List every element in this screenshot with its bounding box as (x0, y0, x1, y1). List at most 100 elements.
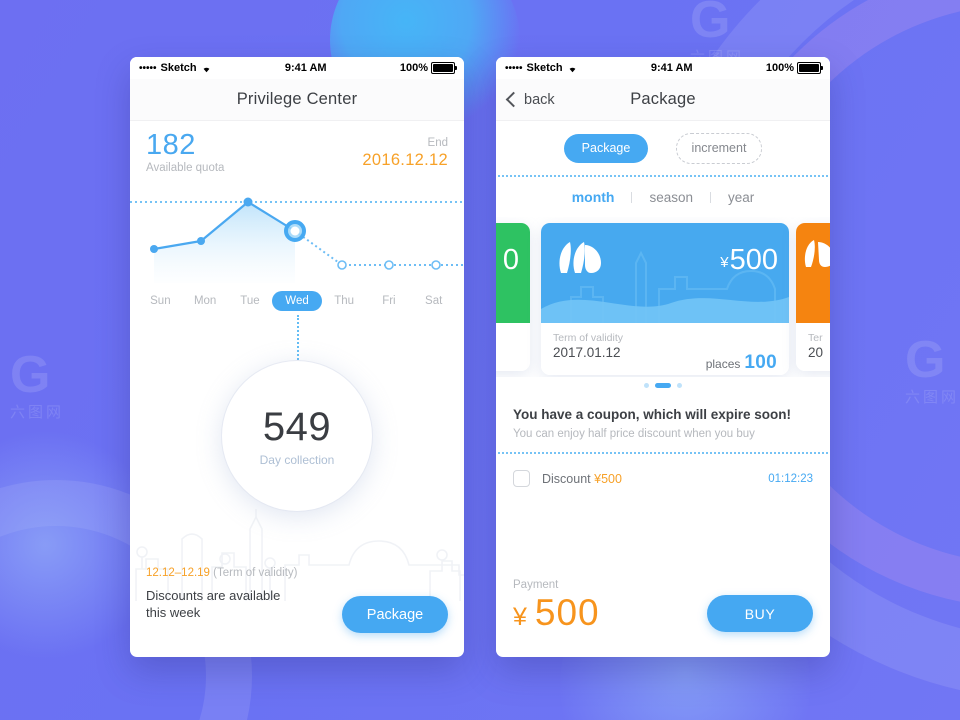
discount-amount: ¥500 (594, 471, 622, 486)
coupon-subtitle: You can enjoy half price discount when y… (513, 428, 755, 440)
weekday-sun[interactable]: Sun (138, 295, 183, 307)
back-button[interactable]: back (505, 79, 555, 120)
card-places: places 100 (706, 352, 777, 374)
page-title: Package (630, 90, 696, 108)
status-bar-right: 100% (399, 62, 457, 74)
end-date-value: 2016.12.12 (362, 151, 448, 169)
validity-row: 12.12–12.19 (Term of validity) (146, 567, 448, 579)
wifi-icon (201, 64, 212, 73)
tab-year[interactable]: year (711, 190, 771, 205)
card-banner: ¥500 (541, 223, 789, 323)
weekday-label: Wed (272, 291, 322, 311)
card-banner (796, 223, 830, 323)
brand-logo-icon (802, 237, 830, 276)
back-label: back (524, 91, 555, 108)
navigation-bar: back Package (496, 79, 830, 121)
card-footer: Ter 20 (796, 323, 830, 371)
phone-screen-privilege-center: ••••• Sketch 9:41 AM 100% Privilege Cent… (130, 57, 464, 657)
currency-symbol: ¥ (513, 603, 528, 631)
weekly-line-chart (130, 187, 464, 293)
status-bar: ••••• Sketch 9:41 AM 100% (130, 57, 464, 79)
status-bar-left: ••••• Sketch (139, 62, 212, 74)
card-footer: 0 (496, 323, 530, 371)
status-bar-right: 100% (765, 62, 823, 74)
wifi-icon (567, 64, 578, 73)
package-card-blue[interactable]: ¥500 Term of validity 2017.01.12 places 1… (541, 223, 789, 375)
battery-icon (797, 62, 823, 74)
package-card-orange[interactable]: Ter 20 (796, 223, 830, 371)
card-validity-label: Term of validity (553, 332, 624, 344)
coupon-notice: You have a coupon, which will expire soo… (496, 393, 830, 452)
segment-control[interactable]: Package increment (496, 121, 830, 175)
left-phone-footer: 12.12–12.19 (Term of validity) Discounts… (130, 561, 464, 657)
buy-button[interactable]: BUY (707, 595, 813, 632)
validity-note: (Term of validity) (213, 567, 298, 579)
card-price: ¥500 (720, 245, 778, 278)
weekday-label: Thu (334, 295, 355, 307)
card-price-value: 500 (729, 244, 778, 276)
status-bar-left: ••••• Sketch (505, 62, 578, 74)
day-collection-value: 549 (262, 404, 332, 449)
pager-dot[interactable] (644, 382, 649, 388)
weekday-thu[interactable]: Thu (322, 295, 367, 307)
carrier-name: Sketch (160, 62, 197, 74)
status-bar-time: 9:41 AM (650, 62, 693, 74)
package-button[interactable]: Package (342, 596, 448, 633)
status-bar: ••••• Sketch 9:41 AM 100% (496, 57, 830, 79)
end-date-block: End 2016.12.12 (362, 137, 448, 170)
page-title: Privilege Center (236, 90, 358, 108)
payment-footer: Payment ¥500 BUY (496, 565, 830, 657)
period-tabs[interactable]: month season year (496, 177, 830, 217)
card-footer: Term of validity 2017.01.12 places 100 (541, 323, 789, 375)
signal-dots-icon: ••••• (505, 62, 523, 74)
discount-row[interactable]: Discount ¥500 01:12:23 (496, 454, 830, 487)
weekday-sat[interactable]: Sat (411, 295, 456, 307)
card-validity-label: Ter (808, 332, 823, 344)
end-label: End (427, 137, 448, 149)
weekday-label: Sun (150, 295, 171, 307)
package-card-green[interactable]: 0 0 (496, 223, 530, 371)
segment-increment[interactable]: increment (676, 132, 762, 164)
signal-dots-icon: ••••• (139, 62, 157, 74)
weekday-label: Mon (193, 295, 217, 307)
weekday-fri[interactable]: Fri (367, 295, 412, 307)
pager-dot-active[interactable] (655, 382, 671, 388)
countdown-timer: 01:12:23 (768, 472, 813, 485)
tab-month[interactable]: month (555, 189, 632, 205)
battery-icon (431, 62, 457, 74)
chevron-left-icon (505, 91, 522, 108)
weekday-wed[interactable]: Wed (272, 291, 322, 311)
navigation-bar: Privilege Center (130, 79, 464, 121)
weekday-tue[interactable]: Tue (228, 295, 273, 307)
weekday-label: Sat (425, 295, 443, 307)
payment-value: 500 (534, 592, 600, 633)
status-bar-time: 9:41 AM (284, 62, 327, 74)
card-validity-value: 20 (808, 345, 824, 360)
currency-symbol: ¥ (720, 254, 729, 271)
phone-screen-package: ••••• Sketch 9:41 AM 100% back Package P… (496, 57, 830, 657)
package-card-carousel[interactable]: 0 0 (496, 217, 830, 377)
discount-checkbox[interactable] (513, 470, 530, 487)
battery-percent: 100% (765, 62, 794, 74)
discount-text: Discount (542, 471, 591, 486)
discount-label: Discount ¥500 (542, 472, 622, 486)
weekday-label: Fri (382, 295, 396, 307)
coupon-title: You have a coupon, which will expire soo… (513, 407, 792, 422)
card-banner: 0 (496, 223, 530, 323)
weekday-label: Tue (240, 295, 260, 307)
carousel-pager[interactable] (496, 377, 830, 393)
day-collection-label: Day collection (259, 452, 335, 467)
weekday-mon[interactable]: Mon (183, 295, 228, 307)
tab-season[interactable]: season (632, 190, 710, 205)
validity-date: 12.12–12.19 (146, 567, 210, 579)
carrier-name: Sketch (526, 62, 563, 74)
day-collection-gauge: 549 Day collection (222, 361, 372, 511)
segment-package[interactable]: Package (564, 133, 648, 163)
card-places-value: 0 (496, 352, 518, 371)
card-price: 0 (502, 244, 519, 276)
battery-percent: 100% (399, 62, 428, 74)
quota-section: 182 Available quota End 2016.12.12 (130, 121, 464, 187)
payment-label: Payment (513, 579, 559, 591)
pager-dot[interactable] (677, 382, 682, 388)
card-places-label: places (705, 357, 741, 371)
